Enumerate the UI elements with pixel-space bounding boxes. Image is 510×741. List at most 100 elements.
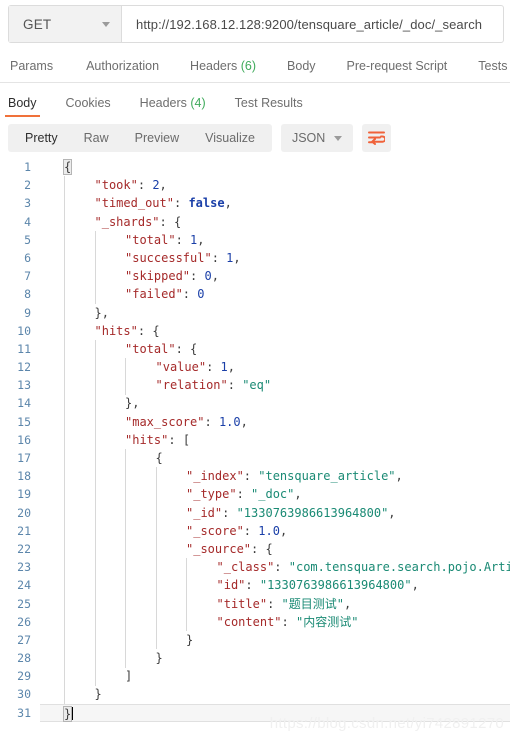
code-line-content: "hits": [ [40, 431, 510, 449]
tab-label: Test Results [234, 96, 303, 110]
request-tabs: Params Authorization Headers (6) Body Pre-re… [0, 51, 510, 83]
response-body-toolbar: Pretty Raw Preview Visualize JSON [0, 124, 510, 152]
token-punct: : [267, 596, 282, 611]
code-line: 17 { [0, 449, 510, 467]
line-number: 10 [17, 323, 31, 338]
line-number: 17 [17, 451, 31, 465]
token-punct: : [227, 378, 243, 393]
token-key: "took" [94, 178, 138, 193]
word-wrap-icon [368, 131, 386, 145]
line-number: 4 [24, 214, 31, 229]
code-line-content: "_id": "1330763986613964800", [40, 504, 510, 522]
code-line: 26 "content": "内容测试" [0, 613, 510, 631]
line-number: 18 [17, 469, 31, 484]
code-line: 12 "value": 1, [0, 358, 510, 376]
code-line: 29] [0, 667, 510, 685]
token-key: "hits" [125, 432, 169, 447]
line-number: 15 [17, 414, 31, 429]
code-line-content: "successful": 1, [40, 249, 510, 267]
tab-label: Cookies [65, 96, 111, 110]
request-tab-headers[interactable]: Headers (6) [190, 51, 256, 82]
code-line: 11 "total": { [0, 340, 510, 358]
code-line: 8 "failed": 0 [0, 285, 510, 303]
code-line-content: "title": "题目测试", [40, 595, 510, 613]
response-format-dropdown[interactable]: JSON [280, 124, 354, 152]
token-num: 0 [197, 287, 205, 302]
tab-label: Body [287, 59, 316, 73]
code-line-content: "value": 1, [40, 358, 510, 376]
view-mode-visualize[interactable]: Visualize [192, 124, 268, 152]
view-mode-raw[interactable]: Raw [71, 124, 122, 152]
code-line-content: "relation": "eq" [40, 376, 510, 394]
code-line: 15 "max_score": 1.0, [0, 413, 510, 431]
code-line-content: "_source": { [40, 540, 510, 558]
request-tab-body[interactable]: Body [287, 51, 316, 82]
line-number: 20 [17, 505, 31, 520]
token-brace: { [173, 214, 182, 229]
token-bool: false [188, 196, 225, 211]
line-number: 30 [17, 687, 31, 702]
token-num: 1.0 [218, 414, 241, 429]
request-url-input[interactable]: http://192.168.12.128:9200/tensquare_art… [122, 6, 503, 42]
token-key: "hits" [94, 323, 138, 338]
response-tab-body[interactable]: Body [5, 96, 40, 117]
http-method-dropdown[interactable]: GET [9, 6, 122, 42]
tab-count-badge: (4) [186, 96, 206, 110]
token-str: "1330763986613964800" [259, 578, 412, 593]
view-mode-pretty[interactable]: Pretty [12, 124, 71, 152]
token-punct: , [197, 232, 205, 247]
code-line-content: "content": "内容测试" [40, 613, 510, 631]
request-tab-pre-request-script[interactable]: Pre-request Script [347, 51, 448, 82]
token-brace: } [62, 705, 73, 722]
token-key: "_class" [216, 560, 275, 575]
request-tab-authorization[interactable]: Authorization [86, 51, 159, 82]
token-brace: [ [182, 432, 191, 447]
code-line-content: { [40, 449, 510, 467]
request-tab-tests[interactable]: Tests [478, 51, 507, 82]
token-brace: { [152, 323, 160, 338]
chevron-down-icon [334, 135, 343, 141]
response-tab-headers[interactable]: Headers (4) [137, 96, 209, 117]
response-body-viewer[interactable]: 1{2 "took": 2, 3 "timed_out": false, 4 "_shar… [0, 158, 510, 724]
token-punct: , [395, 469, 403, 484]
request-tab-params[interactable]: Params [10, 51, 53, 82]
token-punct: : [206, 360, 221, 375]
token-key: "value" [155, 360, 207, 375]
token-punct: : [274, 560, 289, 575]
line-number: 21 [17, 523, 31, 538]
line-number: 19 [17, 487, 31, 502]
token-brace: }, [94, 305, 109, 320]
http-method-label: GET [23, 16, 52, 32]
token-punct: : [243, 523, 259, 538]
token-key: "content" [216, 614, 282, 629]
token-punct: : [137, 178, 153, 193]
token-brace: }, [125, 396, 140, 411]
view-mode-group: Pretty Raw Preview Visualize [8, 124, 272, 152]
tab-label: Tests [478, 59, 508, 73]
code-line-content: } [40, 685, 510, 703]
word-wrap-button[interactable] [362, 124, 392, 152]
code-line-content: "max_score": 1.0, [40, 413, 510, 431]
code-line-content: "_score": 1.0, [40, 522, 510, 540]
response-tabs: Body Cookies Headers (4) Test Results [0, 84, 510, 117]
response-tab-test-results[interactable]: Test Results [232, 96, 306, 117]
token-punct: , [240, 414, 248, 429]
token-punct: : [281, 614, 296, 629]
token-brace: { [155, 451, 163, 465]
token-key: "_source" [186, 541, 252, 556]
line-number: 12 [17, 360, 31, 375]
token-str: "题目测试" [281, 596, 344, 611]
view-mode-preview[interactable]: Preview [122, 124, 192, 152]
code-line-content: "total": { [40, 340, 510, 358]
token-punct: : [137, 323, 153, 338]
token-punct: : [182, 287, 198, 302]
response-tab-cookies[interactable]: Cookies [63, 96, 114, 117]
token-key: "max_score" [125, 414, 205, 429]
token-str: "eq" [242, 378, 272, 393]
code-line-content: "timed_out": false, [40, 194, 510, 212]
code-line: 30} [0, 685, 510, 703]
code-line: 25 "title": "题目测试", [0, 595, 510, 613]
line-number: 6 [24, 250, 31, 265]
token-key: "_index" [186, 469, 244, 484]
token-punct: : [173, 196, 189, 211]
